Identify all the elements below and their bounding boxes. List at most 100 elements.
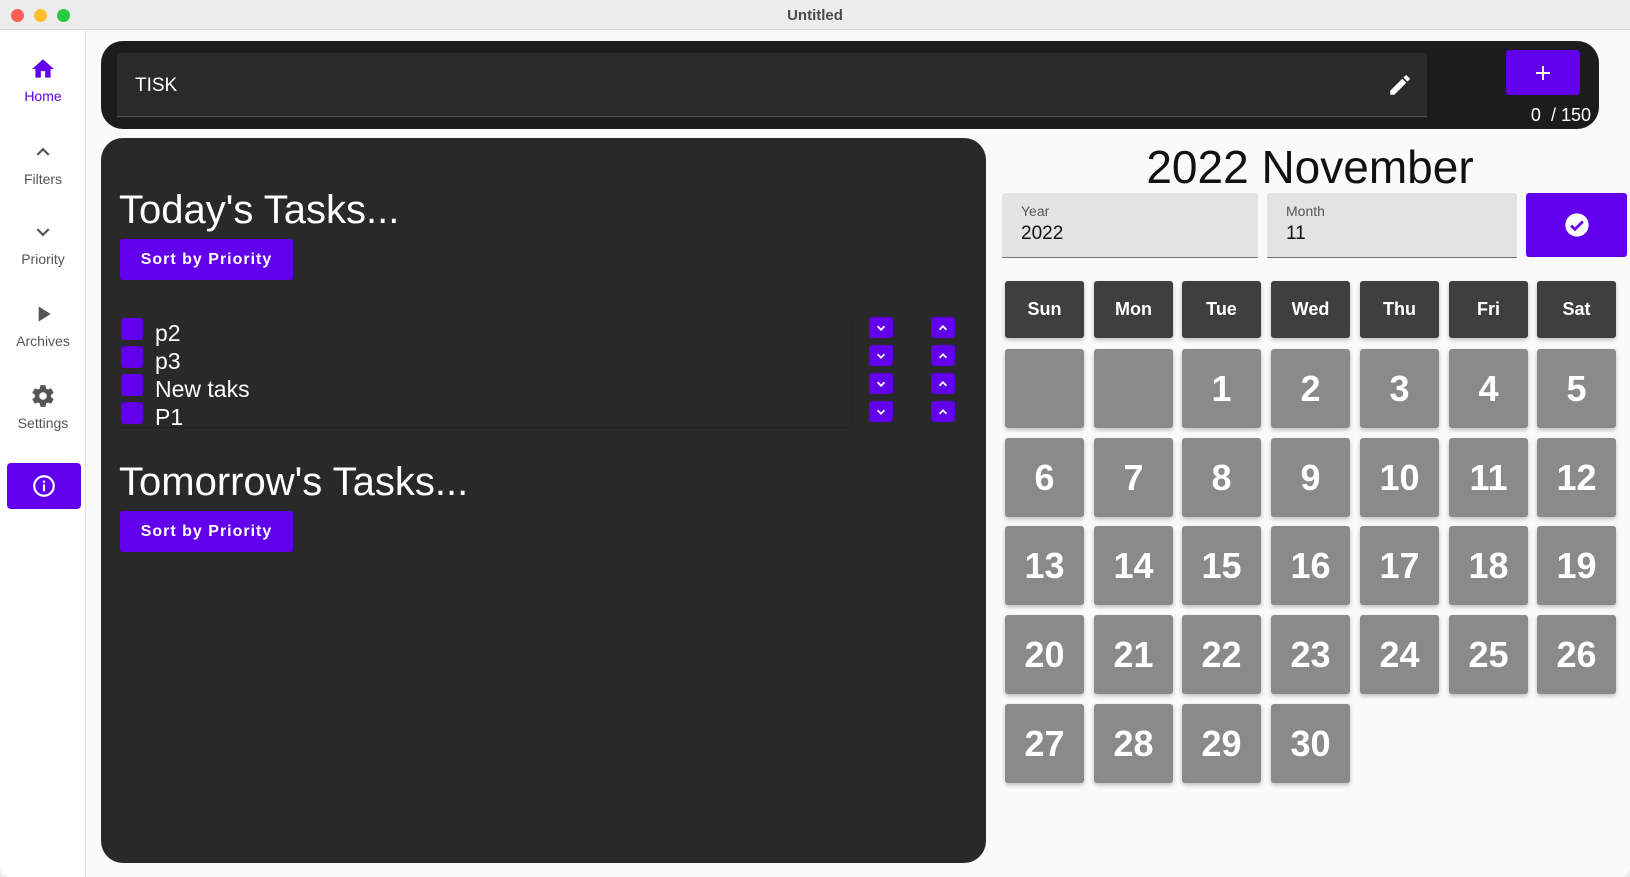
pencil-icon[interactable] bbox=[1387, 72, 1413, 98]
title-bar: Untitled bbox=[0, 0, 1630, 30]
sidebar-item-label: Home bbox=[24, 88, 62, 104]
sidebar-item-priority[interactable]: Priority bbox=[0, 219, 86, 289]
calendar-day[interactable]: 16 bbox=[1271, 526, 1350, 605]
window-title: Untitled bbox=[787, 7, 843, 24]
chevron-down-icon bbox=[876, 325, 886, 331]
calendar-day[interactable]: 20 bbox=[1005, 615, 1084, 694]
calendar-day[interactable]: 26 bbox=[1537, 615, 1616, 694]
task-checkbox[interactable] bbox=[121, 318, 143, 340]
weekday-header: Wed bbox=[1271, 281, 1350, 338]
sidebar-item-label: Filters bbox=[23, 171, 63, 187]
play-icon bbox=[38, 306, 51, 322]
calendar-day[interactable]: 17 bbox=[1360, 526, 1439, 605]
list-item: New taks bbox=[119, 372, 959, 402]
today-title: Today's Tasks... bbox=[119, 188, 400, 232]
sidebar-item-label: Archives bbox=[16, 333, 70, 349]
calendar-day[interactable]: 2 bbox=[1271, 349, 1350, 428]
info-button[interactable] bbox=[7, 463, 81, 509]
task-label: p2 bbox=[155, 320, 181, 346]
chevron-up-icon bbox=[938, 352, 948, 358]
sidebar-item-label: Settings bbox=[17, 415, 69, 431]
chevron-up-icon bbox=[938, 380, 948, 386]
calendar-day[interactable]: 21 bbox=[1094, 615, 1173, 694]
calendar-day[interactable]: 18 bbox=[1449, 526, 1528, 605]
calendar-day[interactable]: 4 bbox=[1449, 349, 1528, 428]
calendar-day[interactable]: 29 bbox=[1182, 704, 1261, 783]
info-icon bbox=[33, 475, 55, 497]
priority-down-button[interactable] bbox=[869, 373, 893, 394]
month-field-value: 11 bbox=[1286, 223, 1306, 244]
chevron-down-icon bbox=[876, 353, 886, 359]
month-field[interactable]: Month 11 bbox=[1267, 193, 1517, 258]
list-item: P1 bbox=[119, 400, 959, 430]
chevron-down-icon bbox=[36, 228, 50, 237]
calendar-day[interactable]: 13 bbox=[1005, 526, 1084, 605]
task-label: New taks bbox=[155, 376, 250, 402]
check-circle-icon bbox=[1564, 213, 1589, 237]
calendar-day[interactable]: 3 bbox=[1360, 349, 1439, 428]
sidebar: Home Filters Priority Archives Settings bbox=[0, 31, 86, 877]
priority-up-button[interactable] bbox=[931, 317, 955, 338]
task-checkbox[interactable] bbox=[121, 374, 143, 396]
calendar-day[interactable]: 1 bbox=[1182, 349, 1261, 428]
gear-icon bbox=[32, 385, 54, 407]
confirm-date-button[interactable] bbox=[1526, 193, 1627, 257]
task-name-value: TISK bbox=[135, 75, 178, 96]
calendar-day[interactable]: 12 bbox=[1537, 438, 1616, 517]
priority-up-button[interactable] bbox=[931, 373, 955, 394]
priority-up-button[interactable] bbox=[931, 345, 955, 366]
calendar-day[interactable]: 19 bbox=[1537, 526, 1616, 605]
sidebar-item-home[interactable]: Home bbox=[0, 56, 86, 126]
sidebar-item-archives[interactable]: Archives bbox=[0, 301, 86, 371]
character-counter: 0 / 150 bbox=[1491, 105, 1591, 126]
task-checkbox[interactable] bbox=[121, 402, 143, 424]
counter-max: / 150 bbox=[1550, 105, 1591, 125]
calendar-day[interactable]: 25 bbox=[1449, 615, 1528, 694]
calendar-day[interactable]: 8 bbox=[1182, 438, 1261, 517]
list-item: p3 bbox=[119, 344, 959, 374]
sidebar-item-settings[interactable]: Settings bbox=[0, 383, 86, 453]
calendar-empty-cell bbox=[1094, 349, 1173, 428]
task-label: P1 bbox=[155, 404, 184, 430]
year-field-value: 2022 bbox=[1021, 223, 1064, 244]
weekday-header: Tue bbox=[1182, 281, 1261, 338]
chevron-down-icon bbox=[876, 409, 886, 415]
calendar-day[interactable]: 6 bbox=[1005, 438, 1084, 517]
weekday-header: Thu bbox=[1360, 281, 1439, 338]
weekday-header: Sun bbox=[1005, 281, 1084, 338]
tasks-panel: Today's Tasks... Sort by Priority p2 p3 … bbox=[101, 138, 986, 863]
calendar-day[interactable]: 10 bbox=[1360, 438, 1439, 517]
priority-down-button[interactable] bbox=[869, 345, 893, 366]
calendar-day[interactable]: 28 bbox=[1094, 704, 1173, 783]
weekday-header: Sat bbox=[1537, 281, 1616, 338]
calendar-day[interactable]: 14 bbox=[1094, 526, 1173, 605]
calendar-day[interactable]: 27 bbox=[1005, 704, 1084, 783]
plus-icon bbox=[1536, 65, 1550, 80]
calendar-day[interactable]: 23 bbox=[1271, 615, 1350, 694]
calendar-day[interactable]: 24 bbox=[1360, 615, 1439, 694]
priority-down-button[interactable] bbox=[869, 401, 893, 422]
counter-current: 0 bbox=[1530, 105, 1541, 125]
calendar-day[interactable]: 7 bbox=[1094, 438, 1173, 517]
chevron-down-icon bbox=[876, 381, 886, 387]
today-sort-button[interactable]: Sort by Priority bbox=[120, 239, 293, 280]
priority-down-button[interactable] bbox=[869, 317, 893, 338]
calendar-empty-cell bbox=[1005, 349, 1084, 428]
task-checkbox[interactable] bbox=[121, 346, 143, 368]
calendar-day[interactable]: 22 bbox=[1182, 615, 1261, 694]
task-name-input[interactable]: TISK bbox=[117, 53, 1427, 117]
month-field-label: Month bbox=[1286, 203, 1325, 219]
sidebar-item-filters[interactable]: Filters bbox=[0, 139, 86, 209]
year-field-label: Year bbox=[1021, 203, 1050, 219]
add-task-button[interactable] bbox=[1506, 50, 1580, 95]
weekday-header: Fri bbox=[1449, 281, 1528, 338]
tomorrow-sort-button[interactable]: Sort by Priority bbox=[120, 511, 293, 552]
calendar-day[interactable]: 9 bbox=[1271, 438, 1350, 517]
weekday-header: Mon bbox=[1094, 281, 1173, 338]
year-field[interactable]: Year 2022 bbox=[1002, 193, 1258, 258]
calendar-day[interactable]: 30 bbox=[1271, 704, 1350, 783]
calendar-day[interactable]: 5 bbox=[1537, 349, 1616, 428]
calendar-day[interactable]: 15 bbox=[1182, 526, 1261, 605]
calendar-day[interactable]: 11 bbox=[1449, 438, 1528, 517]
priority-up-button[interactable] bbox=[931, 401, 955, 422]
